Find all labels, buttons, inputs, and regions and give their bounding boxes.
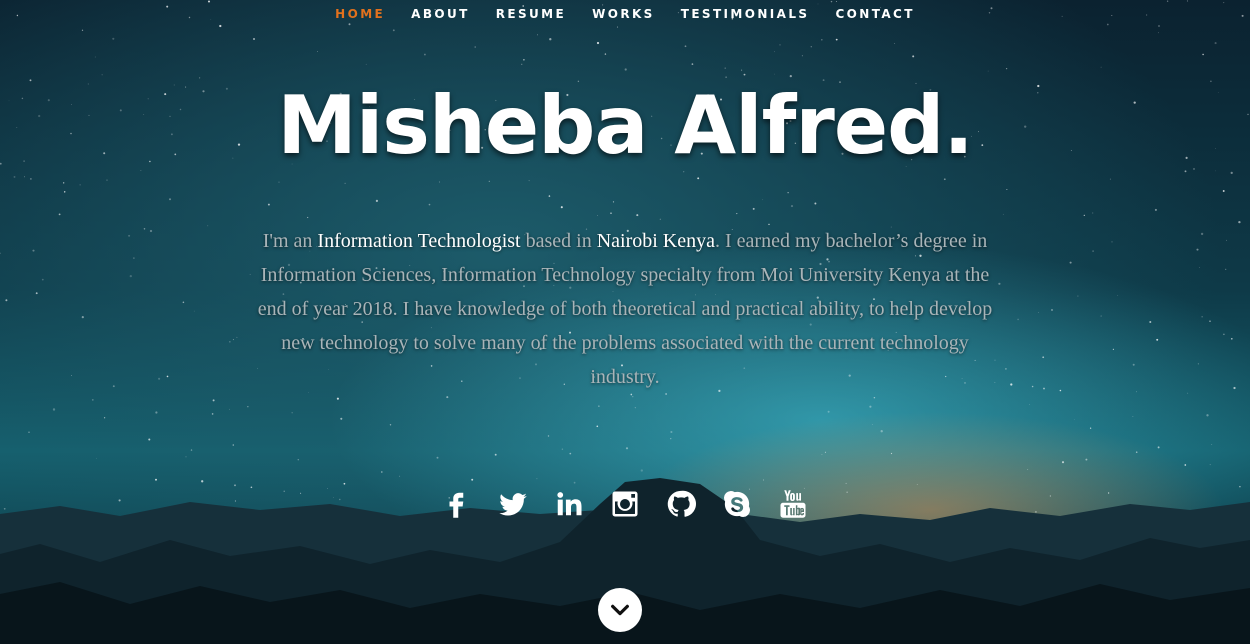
twitter-icon[interactable] [496,486,530,522]
nav-testimonials[interactable]: TESTIMONIALS [668,7,823,21]
hero-title: Misheba Alfred. [277,79,973,172]
hero-bio: I'm an Information Technologist based in… [255,224,995,394]
bio-role: Information Technologist [317,230,521,252]
facebook-icon[interactable] [440,486,474,522]
linkedin-icon[interactable] [552,486,586,522]
social-links [0,486,1250,522]
youtube-icon[interactable] [776,486,810,522]
nav-home[interactable]: HOME [322,7,398,21]
nav-resume[interactable]: RESUME [483,7,579,21]
bio-location: Nairobi Kenya [596,230,715,252]
nav-contact[interactable]: CONTACT [822,7,927,21]
nav-works[interactable]: WORKS [579,7,668,21]
scroll-down-button[interactable] [598,588,642,632]
bio-text-2: based in [520,230,597,252]
instagram-icon[interactable] [608,486,642,522]
skype-icon[interactable] [720,486,754,522]
main-nav: HOME ABOUT RESUME WORKS TESTIMONIALS CON… [0,7,1250,21]
bio-text-1: I'm an [262,230,318,252]
github-icon[interactable] [664,486,698,522]
nav-about[interactable]: ABOUT [398,7,483,21]
bio-text-3: . I earned my bachelor’s degree in Infor… [257,230,993,388]
chevron-down-icon [611,604,629,616]
